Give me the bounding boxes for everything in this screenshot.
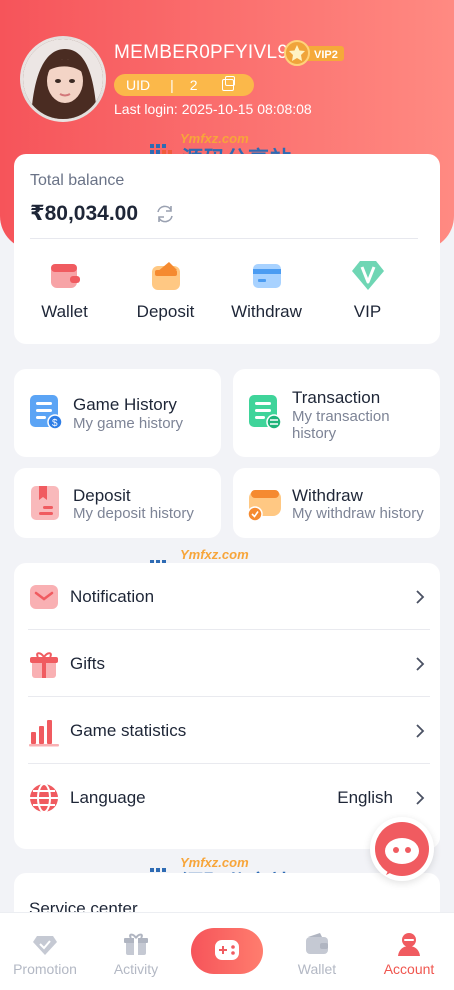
quick-action-deposit[interactable]: Deposit bbox=[115, 258, 216, 322]
card-subtitle: My transaction history bbox=[292, 408, 390, 442]
game-history-card[interactable]: $ Game History My game history bbox=[14, 369, 221, 457]
tab-label: Account bbox=[383, 961, 435, 977]
card-subtitle: My game history bbox=[73, 415, 184, 432]
wallet-icon bbox=[306, 933, 328, 954]
menu-item-label: Language bbox=[70, 788, 146, 807]
balance-label: Total balance bbox=[30, 172, 125, 189]
menu-item-game-statistics[interactable]: Game statistics bbox=[14, 697, 440, 764]
withdraw-icon bbox=[252, 264, 281, 288]
quick-action-label: Deposit bbox=[136, 302, 195, 321]
withdraw-history-card[interactable]: Withdraw My withdraw history bbox=[233, 468, 440, 538]
chevron-right-icon bbox=[416, 791, 425, 805]
avatar-portrait bbox=[23, 39, 103, 119]
menu-item-label: Notification bbox=[70, 587, 155, 606]
wallet-icon bbox=[50, 264, 80, 288]
uid-label: UID bbox=[126, 77, 151, 93]
diamond-icon bbox=[33, 936, 57, 955]
last-login: Last login: 2025-10-15 08:08:08 bbox=[114, 101, 312, 117]
tab-label: Activity bbox=[113, 961, 159, 977]
gift-icon bbox=[30, 652, 58, 678]
card-title: Deposit bbox=[73, 486, 131, 505]
card-title: Transaction bbox=[292, 388, 381, 407]
vip-level-text: VIP2 bbox=[314, 49, 338, 61]
chevron-right-icon bbox=[416, 657, 425, 671]
card-title: Game History bbox=[73, 395, 177, 414]
deposit-icon bbox=[151, 262, 180, 290]
quick-actions: Wallet Deposit Withdraw VIP bbox=[14, 258, 440, 322]
uid-pill[interactable]: UID | 2 bbox=[114, 74, 254, 96]
deposit-history-icon bbox=[31, 486, 59, 520]
chevron-right-icon bbox=[416, 590, 425, 604]
uid-value: 2 bbox=[189, 77, 198, 93]
tab-label: Wallet bbox=[297, 961, 337, 977]
menu-item-label: Game statistics bbox=[70, 721, 187, 740]
quick-action-withdraw[interactable]: Withdraw bbox=[216, 258, 317, 322]
gift-icon bbox=[124, 933, 148, 955]
balance-amount: ₹80,034.00 bbox=[30, 202, 139, 225]
menu-item-gifts[interactable]: Gifts bbox=[14, 630, 440, 697]
tab-label: Promotion bbox=[13, 961, 77, 977]
card-title: Withdraw bbox=[292, 486, 363, 505]
gamepad-icon bbox=[215, 940, 239, 960]
member-name: MEMBER0PFYIVL9 bbox=[114, 42, 289, 63]
vip-icon bbox=[351, 261, 384, 290]
quick-action-label: Withdraw bbox=[231, 302, 302, 321]
refresh-icon[interactable] bbox=[154, 203, 176, 225]
quick-action-label: VIP bbox=[353, 302, 382, 321]
bar-chart-icon bbox=[29, 720, 59, 747]
uid-separator: | bbox=[170, 77, 174, 93]
card-subtitle: My deposit history bbox=[73, 505, 194, 522]
card-subtitle: My withdraw history bbox=[292, 505, 424, 522]
quick-action-vip[interactable]: VIP bbox=[317, 258, 418, 322]
globe-icon bbox=[30, 783, 58, 813]
balance-divider bbox=[30, 238, 418, 239]
vip-badge: VIP2 bbox=[284, 40, 344, 66]
avatar[interactable] bbox=[20, 36, 106, 122]
tab-promotion[interactable]: Promotion bbox=[0, 913, 90, 990]
transaction-card[interactable]: Transaction My transaction history bbox=[233, 369, 440, 457]
transaction-icon bbox=[249, 395, 282, 430]
tab-account[interactable]: Account bbox=[364, 913, 454, 990]
customer-service-button[interactable] bbox=[370, 817, 434, 881]
quick-action-wallet[interactable]: Wallet bbox=[14, 258, 115, 322]
chevron-right-icon bbox=[416, 724, 425, 738]
balance-card: Total balance ₹80,034.00 Wallet Deposit bbox=[14, 154, 440, 344]
deposit-history-card[interactable]: Deposit My deposit history bbox=[14, 468, 221, 538]
tab-games-button[interactable] bbox=[191, 928, 263, 974]
tab-activity[interactable]: Activity bbox=[91, 913, 181, 990]
menu-item-notification[interactable]: Notification bbox=[14, 563, 440, 630]
tab-wallet[interactable]: Wallet bbox=[272, 913, 362, 990]
copy-icon[interactable] bbox=[221, 76, 235, 91]
chat-bubble-icon bbox=[375, 822, 429, 876]
game-history-icon: $ bbox=[30, 395, 63, 430]
menu-card: Notification Gifts Game statistics Langu… bbox=[14, 563, 440, 849]
svg-text:$: $ bbox=[52, 418, 58, 429]
quick-action-label: Wallet bbox=[41, 302, 88, 321]
withdraw-history-icon bbox=[247, 490, 281, 522]
notification-icon bbox=[30, 585, 58, 609]
menu-item-label: Gifts bbox=[70, 654, 105, 673]
account-icon bbox=[398, 933, 420, 956]
language-value: English bbox=[337, 788, 393, 807]
